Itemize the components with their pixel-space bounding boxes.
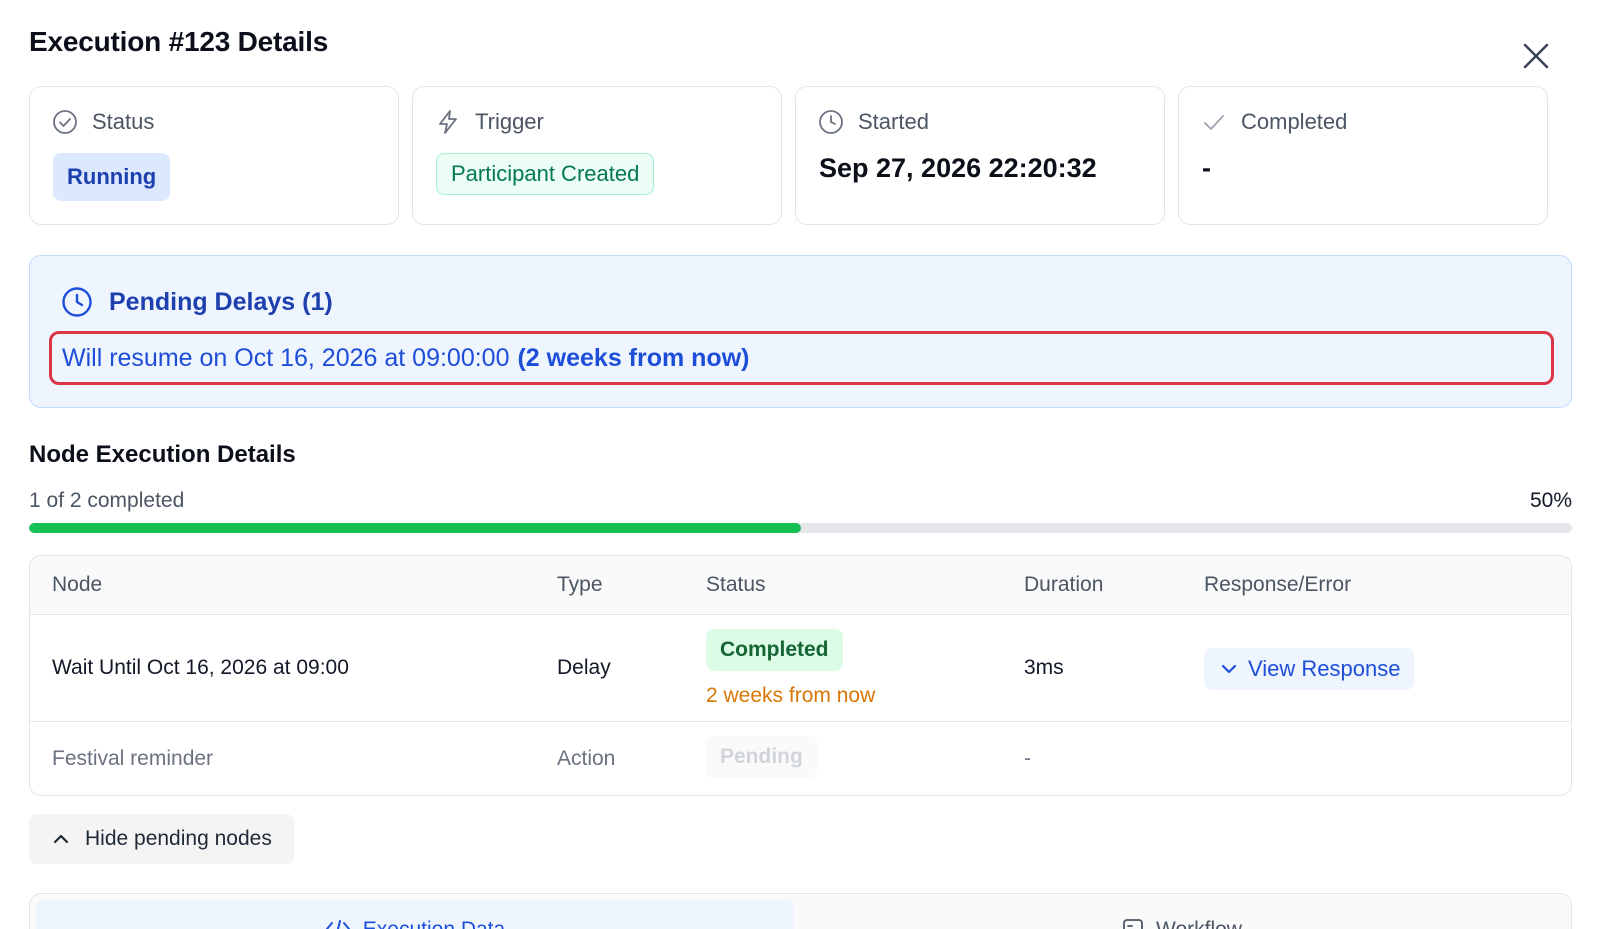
started-card: Started Sep 27, 2026 22:20:32: [795, 86, 1165, 225]
clock-icon: [62, 287, 92, 317]
view-response-label: View Response: [1248, 656, 1401, 681]
resume-info: Will resume on Oct 16, 2026 at 09:00:00 …: [49, 331, 1554, 385]
table-header: Node Type Status Duration Response/Error: [30, 556, 1571, 615]
completed-card-label: Completed: [1241, 109, 1348, 134]
completed-card: Completed -: [1178, 86, 1548, 225]
column-header-type: Type: [557, 573, 603, 596]
hide-pending-nodes-label: Hide pending nodes: [85, 827, 272, 850]
status-card-label: Status: [92, 109, 155, 134]
status-note: 2 weeks from now: [706, 684, 876, 707]
progress-percent: 50%: [1529, 489, 1572, 512]
lightning-icon: [439, 110, 457, 134]
status-badge: Running: [53, 153, 171, 201]
detail-tabs: Execution Data Workflow: [29, 893, 1572, 929]
table-row: Festival reminder Action Pending -: [30, 722, 1571, 795]
column-header-status: Status: [706, 573, 766, 596]
node-execution-table: Node Type Status Duration Response/Error…: [29, 555, 1572, 796]
trigger-card: Trigger Participant Created: [412, 86, 782, 225]
status-badge: Pending: [706, 736, 817, 778]
resume-relative: (2 weeks from now): [517, 343, 750, 372]
started-value: Sep 27, 2026 22:20:32: [819, 153, 1097, 183]
node-type: Delay: [557, 656, 611, 679]
hide-pending-nodes-button[interactable]: Hide pending nodes: [29, 814, 294, 864]
status-card: Status Running: [29, 86, 399, 225]
resume-text: Will resume on Oct 16, 2026 at 09:00:00: [62, 343, 510, 372]
trigger-card-label: Trigger: [475, 109, 544, 134]
tab-execution-data[interactable]: Execution Data: [36, 900, 794, 929]
pending-delays-panel: Pending Delays (1) Will resume on Oct 16…: [29, 255, 1572, 408]
tab-workflow-label: Workflow: [1156, 918, 1242, 929]
table-row: Wait Until Oct 16, 2026 at 09:00 Delay C…: [30, 615, 1571, 722]
tab-execution-data-label: Execution Data: [363, 918, 505, 929]
column-header-duration: Duration: [1024, 573, 1104, 596]
progress-label: 1 of 2 completed: [29, 489, 185, 512]
started-card-label: Started: [858, 109, 929, 134]
node-duration: 3ms: [1024, 656, 1064, 679]
workflow-icon: [1123, 919, 1143, 929]
view-response-button[interactable]: View Response: [1204, 648, 1415, 690]
code-icon: [325, 920, 350, 929]
dialog-title: Execution #123 Details: [29, 26, 329, 57]
completed-value: -: [1202, 153, 1211, 183]
column-header-response: Response/Error: [1204, 573, 1352, 596]
close-icon: [1523, 43, 1549, 69]
close-button[interactable]: [1520, 40, 1552, 72]
trigger-badge: Participant Created: [436, 153, 655, 195]
summary-cards: Status Running Trigger Participant Creat…: [29, 86, 1572, 225]
node-duration: -: [1024, 747, 1031, 770]
checkmark-icon: [1204, 115, 1224, 130]
node-type: Action: [557, 747, 616, 770]
node-name: Wait Until Oct 16, 2026 at 09:00: [52, 656, 349, 679]
node-execution-title: Node Execution Details: [29, 441, 296, 468]
status-badge: Completed: [706, 629, 843, 671]
progress-bar: [29, 523, 1572, 533]
clock-icon: [819, 110, 843, 134]
tab-workflow[interactable]: Workflow: [803, 900, 1561, 929]
column-header-node: Node: [52, 573, 103, 596]
chevron-up-icon: [53, 834, 69, 844]
progress-bar-fill: [29, 523, 801, 533]
node-name: Festival reminder: [52, 747, 214, 770]
check-circle-icon: [53, 110, 77, 134]
chevron-down-icon: [1221, 664, 1237, 674]
pending-delays-title: Pending Delays (1): [109, 287, 333, 316]
